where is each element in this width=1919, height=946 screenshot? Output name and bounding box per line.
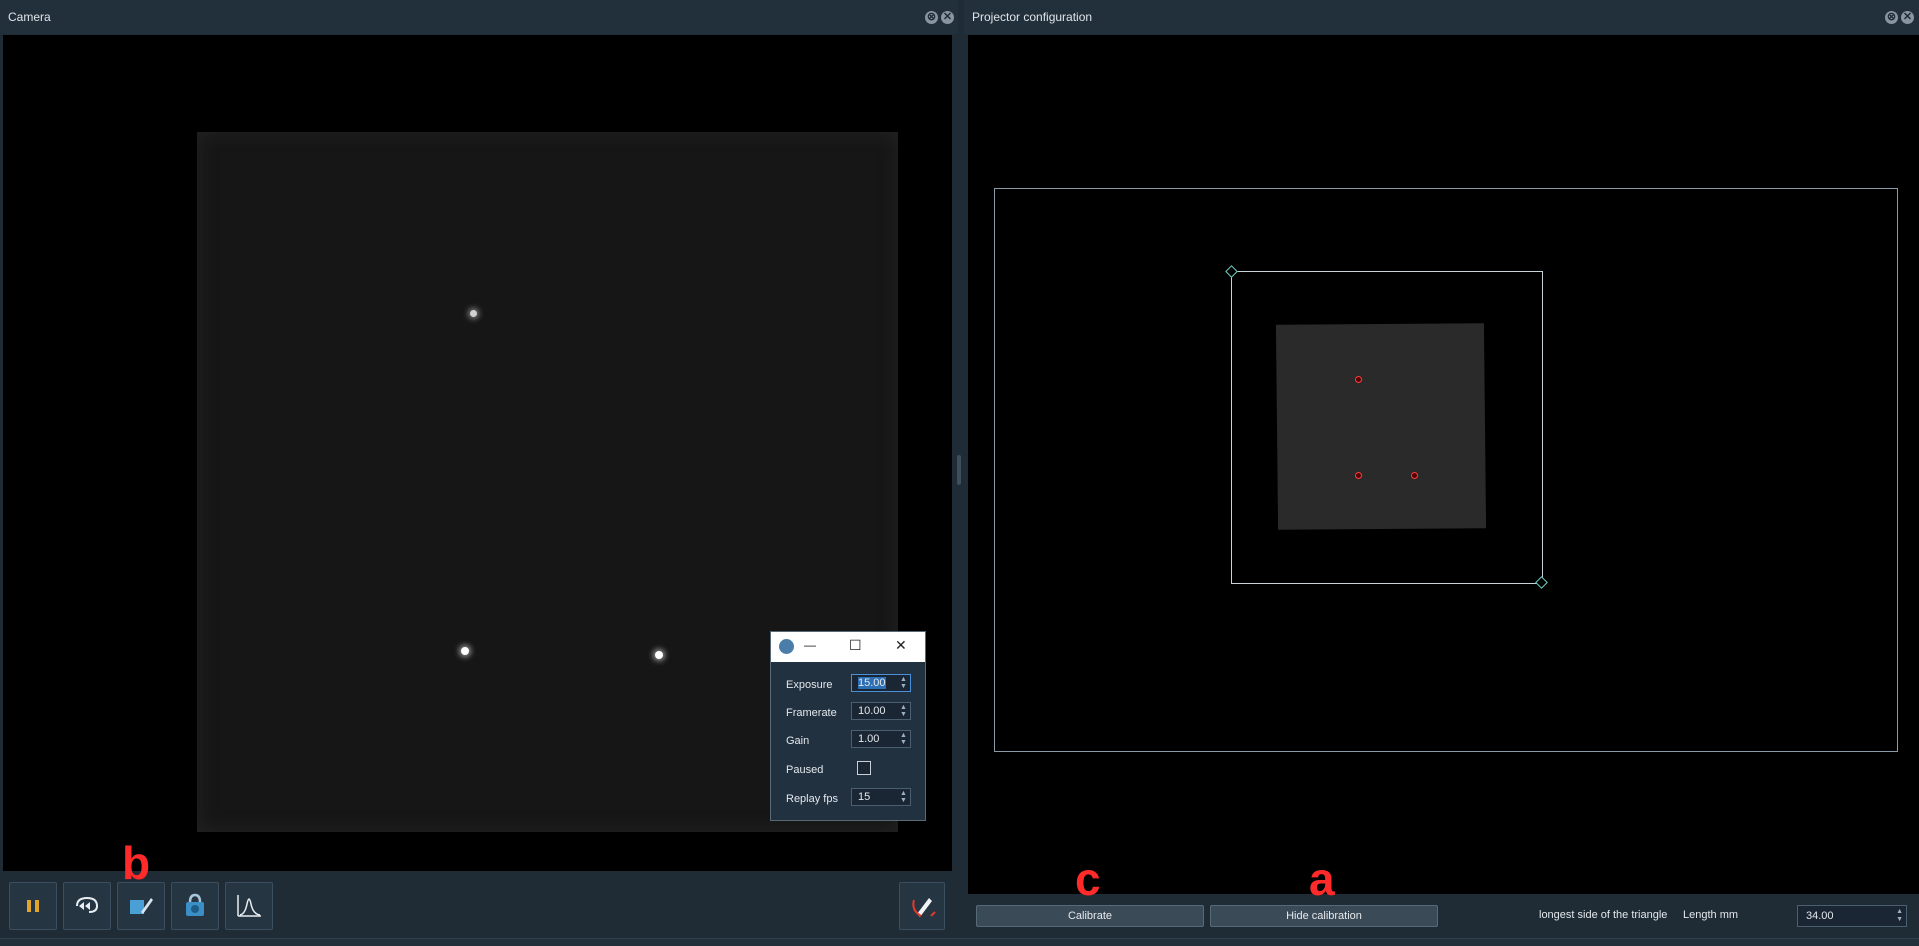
snapshot-button[interactable] xyxy=(171,882,219,930)
exposure-value[interactable]: 15.00 xyxy=(858,677,886,689)
gain-spin-arrows[interactable]: ▲ ▼ xyxy=(900,732,908,746)
replay-fps-label: Replay fps xyxy=(786,793,838,805)
length-spinbox[interactable]: 34.00 ▲ ▼ xyxy=(1797,905,1907,927)
pause-button[interactable] xyxy=(9,882,57,930)
exposure-spinbox[interactable]: 15.00 ▲ ▼ xyxy=(851,674,911,692)
close-icon[interactable]: ✕ xyxy=(895,637,907,654)
minimize-icon[interactable]: — xyxy=(804,638,816,652)
length-spin-arrows[interactable]: ▲ ▼ xyxy=(1896,908,1903,924)
calibration-point-3 xyxy=(1411,472,1418,479)
annotation-b: b xyxy=(122,837,151,889)
gain-value[interactable]: 1.00 xyxy=(858,733,879,745)
replay-fps-value[interactable]: 15 xyxy=(858,791,870,803)
projector-close-button[interactable]: ✕ xyxy=(1901,11,1914,24)
framerate-spin-arrows[interactable]: ▲ ▼ xyxy=(900,704,908,718)
snapshot-icon xyxy=(186,893,204,916)
framerate-label: Framerate xyxy=(786,707,837,719)
pen-icon xyxy=(912,898,936,917)
projected-camera-image xyxy=(1275,323,1487,530)
camera-spot-3 xyxy=(655,651,663,659)
edit-button[interactable] xyxy=(117,882,165,930)
histogram-button[interactable] xyxy=(225,882,273,930)
triangle-label: longest side of the triangle xyxy=(1539,909,1668,921)
projector-title-text: Projector configuration xyxy=(972,10,1093,24)
camera-panel-title: Camera xyxy=(0,0,958,34)
histogram-icon xyxy=(237,895,261,917)
framerate-value[interactable]: 10.00 xyxy=(858,705,886,717)
hide-calibration-button[interactable]: Hide calibration xyxy=(1210,905,1438,927)
camera-spot-2 xyxy=(461,647,469,655)
annotation-a: a xyxy=(1309,853,1335,905)
calibration-point-2 xyxy=(1355,472,1362,479)
camera-settings-window: — ☐ ✕ Exposure 15.00 ▲ ▼ Framerate 10.00 … xyxy=(770,631,926,821)
camera-settings-titlebar[interactable]: — ☐ ✕ xyxy=(771,632,925,662)
camera-float-button[interactable]: ⊗ xyxy=(925,11,938,24)
projector-panel-title: Projector configuration xyxy=(964,0,1919,34)
framerate-spinbox[interactable]: 10.00 ▲ ▼ xyxy=(851,702,911,720)
replay-fps-spin-arrows[interactable]: ▲ ▼ xyxy=(900,790,908,804)
projector-float-button[interactable]: ⊗ xyxy=(1885,11,1898,24)
paused-checkbox[interactable] xyxy=(857,761,871,775)
pen-tool-button[interactable] xyxy=(899,882,945,930)
gain-spinbox[interactable]: 1.00 ▲ ▼ xyxy=(851,730,911,748)
gain-label: Gain xyxy=(786,735,810,747)
length-mm-label: Length mm xyxy=(1683,909,1739,921)
calibrate-button[interactable]: Calibrate xyxy=(976,905,1204,927)
maximize-icon[interactable]: ☐ xyxy=(849,637,862,654)
splitter-handle[interactable] xyxy=(957,455,961,485)
edit-icon xyxy=(130,898,153,914)
paused-label: Paused xyxy=(786,764,824,776)
app-icon xyxy=(779,639,794,654)
pause-icon xyxy=(27,900,39,912)
camera-close-button[interactable]: ✕ xyxy=(941,11,954,24)
exposure-label: Exposure xyxy=(786,679,833,691)
length-value[interactable]: 34.00 xyxy=(1806,910,1834,922)
replay-button[interactable] xyxy=(63,882,111,930)
exposure-spin-arrows[interactable]: ▲ ▼ xyxy=(900,676,908,690)
replay-icon xyxy=(76,896,99,913)
camera-spot-1 xyxy=(470,310,477,317)
calibration-point-1 xyxy=(1355,376,1362,383)
replay-fps-spinbox[interactable]: 15 ▲ ▼ xyxy=(851,788,911,806)
camera-title-text: Camera xyxy=(8,10,51,24)
annotation-c: c xyxy=(1075,853,1101,905)
